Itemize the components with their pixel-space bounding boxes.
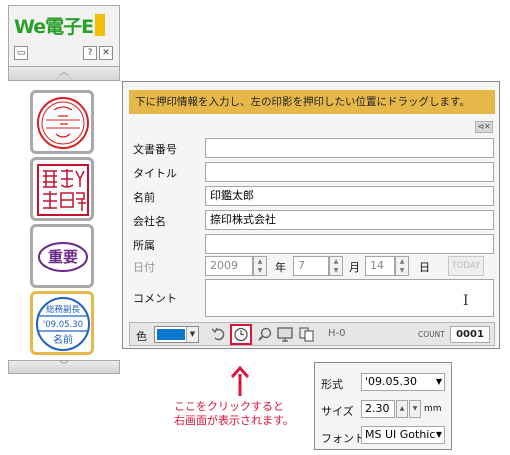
chevron-down-icon: ▼: [435, 377, 442, 386]
label-company: 会社名: [133, 215, 166, 228]
collapse-button[interactable]: ⊲✕: [475, 121, 493, 133]
juuyou-stamp-icon: 重要: [38, 242, 88, 272]
monitor-icon[interactable]: [276, 326, 294, 343]
company-input[interactable]: 捺印株式会社: [205, 210, 494, 230]
palette-scroll-up-button[interactable]: ︿: [8, 67, 120, 81]
approval-stamp-date: '09.05.30: [43, 320, 83, 330]
restore-icon[interactable]: ▭: [14, 46, 28, 60]
approval-stamp-name: 名前: [53, 333, 73, 346]
day-input[interactable]: 14: [365, 256, 395, 276]
juuyou-stamp-text: 重要: [48, 248, 78, 266]
year-spinner[interactable]: ▲ ▼: [253, 256, 267, 276]
undo-icon[interactable]: [210, 326, 228, 343]
color-label: 色: [136, 330, 147, 343]
palette-scroll-down-button[interactable]: ﹀: [8, 360, 120, 374]
h-counter-label: H-0: [328, 328, 346, 339]
close-icon[interactable]: ✕: [99, 46, 113, 60]
font-label: フォント: [321, 432, 365, 445]
document-number-input[interactable]: [205, 138, 494, 158]
chevron-down-icon: ▼: [186, 327, 198, 342]
color-swatch: [157, 329, 185, 340]
text-cursor-icon: I: [463, 293, 469, 309]
arrow-up-icon: [231, 366, 249, 396]
year-unit: 年: [275, 261, 286, 274]
format-label: 形式: [321, 378, 343, 391]
label-date: 日付: [133, 261, 155, 274]
year-input[interactable]: 2009: [205, 256, 253, 276]
month-input[interactable]: 7: [293, 256, 329, 276]
size-label: サイズ: [321, 405, 354, 418]
zoom-icon[interactable]: [256, 326, 274, 343]
font-value: MS UI Gothic: [365, 428, 436, 441]
stamp-toolbar: 色 ▼ H-0 COUNT 0001: [129, 322, 495, 346]
label-document-number: 文書番号: [133, 143, 177, 156]
annotation-line-1: ここをクリックすると: [174, 400, 284, 413]
logo-text: We電子E: [14, 16, 94, 38]
month-unit: 月: [349, 261, 360, 274]
label-department: 所属: [133, 239, 155, 252]
approval-date-stamp-icon: 総務副長 '09.05.30 名前: [36, 297, 90, 351]
count-value: 0001: [450, 326, 490, 343]
today-button[interactable]: TODAY: [448, 256, 484, 276]
day-spinner[interactable]: ▲ ▼: [395, 256, 409, 276]
clock-icon[interactable]: [230, 324, 252, 345]
format-select[interactable]: '09.05.30 ▼: [361, 373, 445, 391]
app-logo: We電子E: [14, 12, 114, 38]
help-icon[interactable]: ?: [83, 46, 97, 60]
stamp-tile-date[interactable]: [30, 90, 94, 154]
size-increment-button[interactable]: ▲: [396, 400, 408, 418]
size-unit: mm: [424, 404, 442, 414]
stamp-palette-header: We電子E ▭ ? ✕: [8, 5, 120, 67]
name-seal-icon: [37, 164, 89, 216]
count-label: COUNT: [418, 330, 445, 339]
title-input[interactable]: [205, 162, 494, 182]
department-input[interactable]: [205, 234, 494, 254]
logo-bar: [95, 14, 106, 36]
color-picker[interactable]: ▼: [154, 326, 199, 343]
stamp-tile-name-seal[interactable]: [30, 157, 94, 221]
copy-icon[interactable]: [298, 326, 316, 343]
instruction-banner: 下に押印情報を入力し、左の印影を押印したい位置にドラッグします。: [129, 90, 495, 114]
chevron-down-icon: ▼: [435, 430, 442, 439]
label-title: タイトル: [133, 167, 177, 180]
name-input[interactable]: 印鑑太郎: [205, 186, 494, 206]
size-input[interactable]: 2.30: [361, 400, 395, 418]
size-decrement-button[interactable]: ▼: [409, 400, 421, 418]
format-value: '09.05.30: [365, 375, 418, 388]
annotation-note: ここをクリックすると 右画面が表示されます。: [174, 400, 294, 428]
comment-input[interactable]: [205, 279, 494, 317]
stamp-tile-approval-date[interactable]: 総務副長 '09.05.30 名前: [30, 291, 94, 355]
stamp-tile-juuyou[interactable]: 重要: [30, 224, 94, 288]
font-select[interactable]: MS UI Gothic ▼: [361, 426, 445, 444]
label-name: 名前: [133, 191, 155, 204]
label-comment: コメント: [133, 292, 177, 305]
annotation-line-2: 右画面が表示されます。: [174, 414, 294, 427]
approval-stamp-title: 総務副長: [46, 304, 81, 315]
stamp-info-dialog: 下に押印情報を入力し、左の印影を押印したい位置にドラッグします。 ⊲✕ 文書番号…: [122, 81, 500, 349]
date-stamp-icon: [37, 97, 89, 149]
date-format-panel: 形式 '09.05.30 ▼ サイズ 2.30 ▲ ▼ mm フォント MS U…: [314, 362, 452, 450]
month-spinner[interactable]: ▲ ▼: [329, 256, 343, 276]
day-unit: 日: [419, 261, 430, 274]
